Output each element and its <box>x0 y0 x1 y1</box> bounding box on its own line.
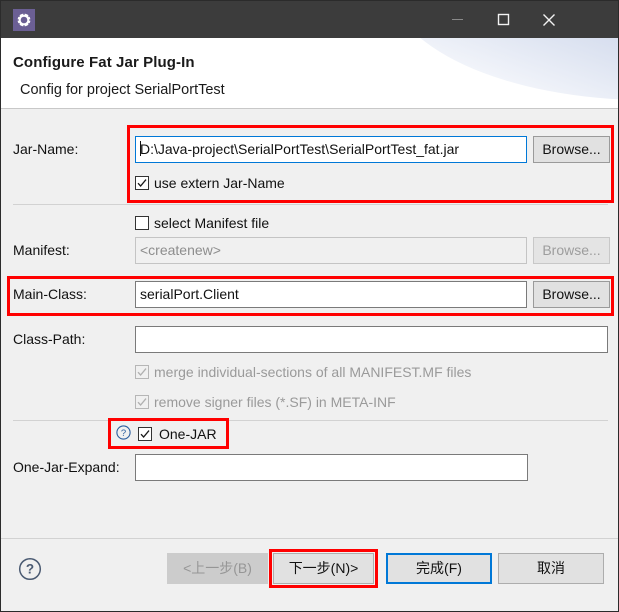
page-title: Configure Fat Jar Plug-In <box>13 54 195 71</box>
jar-name-input[interactable]: D:\Java-project\SerialPortTest\SerialPor… <box>135 136 527 163</box>
jar-name-value: D:\Java-project\SerialPortTest\SerialPor… <box>140 141 460 157</box>
one-jar-expand-label: One-Jar-Expand: <box>13 459 120 475</box>
merge-individual-sections-label: merge individual-sections of all MANIFES… <box>154 364 472 380</box>
maximize-button[interactable] <box>480 1 526 38</box>
header-decoration-banner <box>388 38 618 100</box>
merge-individual-sections-checkbox <box>135 365 149 379</box>
dialog-header: Configure Fat Jar Plug-In Config for pro… <box>1 38 618 109</box>
one-jar-label: One-JAR <box>159 426 217 442</box>
next-button[interactable]: 下一步(N)> <box>273 553 374 584</box>
use-extern-jar-name-label: use extern Jar-Name <box>154 175 285 191</box>
svg-text:?: ? <box>121 428 126 439</box>
close-button[interactable] <box>526 1 572 38</box>
jar-name-label: Jar-Name: <box>13 141 79 157</box>
remove-signer-files-checkbox-row: remove signer files (*.SF) in META-INF <box>135 394 396 410</box>
main-class-label: Main-Class: <box>13 286 87 302</box>
separator-one-jar <box>13 420 608 421</box>
minimize-button[interactable] <box>434 1 480 38</box>
title-bar <box>1 1 618 38</box>
one-jar-expand-input[interactable] <box>135 454 528 481</box>
main-class-input[interactable]: serialPort.Client <box>135 281 527 308</box>
remove-signer-files-label: remove signer files (*.SF) in META-INF <box>154 394 396 410</box>
main-class-browse-button[interactable]: Browse... <box>533 281 610 308</box>
manifest-input[interactable]: <createnew> <box>135 237 527 264</box>
remove-signer-files-checkbox <box>135 395 149 409</box>
fat-jar-gear-icon <box>13 9 35 31</box>
separator-jar-name <box>13 204 608 205</box>
manifest-value: <createnew> <box>140 242 221 258</box>
manifest-browse-button: Browse... <box>533 237 610 264</box>
svg-text:?: ? <box>26 562 34 577</box>
main-class-value: serialPort.Client <box>140 286 239 302</box>
help-button[interactable]: ? <box>18 557 42 581</box>
select-manifest-file-checkbox-row[interactable]: select Manifest file <box>135 215 269 231</box>
dialog-button-bar: ? <上一步(B) 下一步(N)> 完成(F) 取消 <box>1 538 618 611</box>
finish-button[interactable]: 完成(F) <box>386 553 492 584</box>
one-jar-checkbox-row[interactable]: ? One-JAR <box>116 425 217 443</box>
one-jar-checkbox[interactable] <box>138 427 152 441</box>
jar-name-browse-button[interactable]: Browse... <box>533 136 610 163</box>
use-extern-jar-name-checkbox[interactable] <box>135 176 149 190</box>
use-extern-jar-name-checkbox-row[interactable]: use extern Jar-Name <box>135 175 285 191</box>
page-subtitle: Config for project SerialPortTest <box>20 82 225 98</box>
manifest-label: Manifest: <box>13 242 70 258</box>
select-manifest-file-label: select Manifest file <box>154 215 270 231</box>
one-jar-help-icon[interactable]: ? <box>116 425 131 443</box>
form-area: Jar-Name: D:\Java-project\SerialPortTest… <box>1 109 618 538</box>
merge-individual-sections-checkbox-row: merge individual-sections of all MANIFES… <box>135 364 471 380</box>
fat-jar-configure-dialog: Configure Fat Jar Plug-In Config for pro… <box>0 0 619 612</box>
back-button: <上一步(B) <box>167 553 268 584</box>
select-manifest-file-checkbox[interactable] <box>135 216 149 230</box>
cancel-button[interactable]: 取消 <box>498 553 604 584</box>
class-path-label: Class-Path: <box>13 331 86 347</box>
class-path-input[interactable] <box>135 326 608 353</box>
